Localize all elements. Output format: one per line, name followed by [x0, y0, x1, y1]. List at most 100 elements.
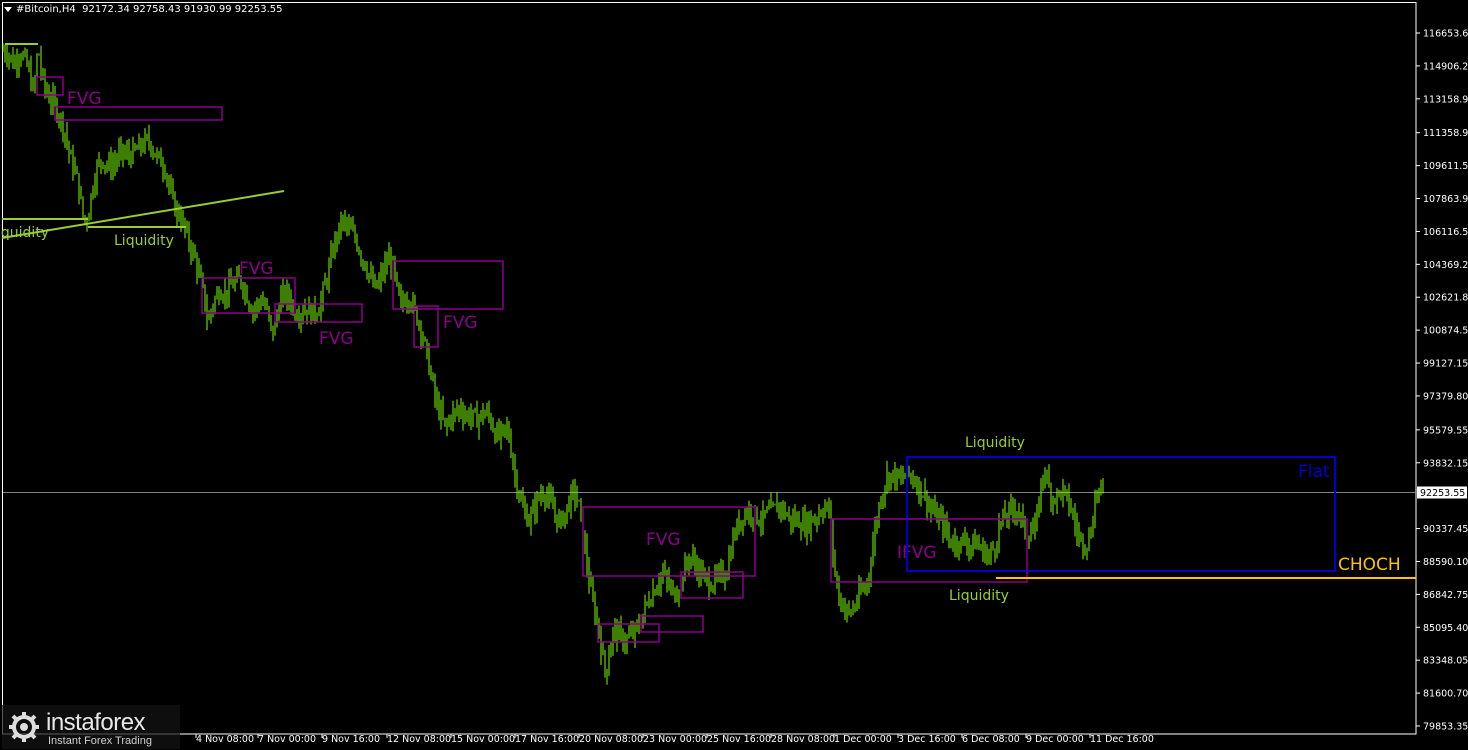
candle-body	[696, 564, 698, 576]
candle-body	[930, 506, 932, 510]
candle-body	[308, 305, 310, 315]
time-tick-label: 4 Nov 08:00	[196, 734, 254, 745]
candle-body	[336, 235, 338, 241]
candle-body	[772, 503, 774, 505]
candle-body	[742, 520, 744, 523]
candle-body	[1010, 505, 1012, 507]
candle-body	[110, 158, 112, 172]
candle-body	[348, 225, 350, 227]
price-chart[interactable]: 116653.60 114906.25 113158.90 111358.90 1096…	[0, 0, 1468, 750]
candle-body	[1100, 483, 1102, 489]
candle-body	[600, 633, 602, 655]
candle-body	[402, 297, 404, 304]
time-tick-label: 15 Nov 00:00	[451, 734, 515, 745]
candle-body	[1046, 475, 1048, 477]
last-price-label: 92253.55	[1420, 488, 1465, 499]
candle-body	[188, 228, 190, 245]
candle-body	[50, 101, 52, 104]
candle-body	[264, 302, 266, 308]
candle-body	[10, 55, 12, 57]
candle-body	[610, 645, 612, 658]
candle-body	[778, 504, 780, 513]
candle-body	[434, 379, 436, 398]
dropdown-arrow-icon[interactable]	[4, 6, 12, 12]
candle-body	[150, 143, 152, 151]
candle-body	[304, 309, 306, 315]
candle-body	[244, 289, 246, 293]
candle-body	[24, 53, 26, 55]
candle-body	[602, 651, 604, 655]
candle-body	[1034, 521, 1036, 530]
candle-body	[170, 186, 172, 189]
candle-body	[566, 504, 568, 513]
candle-body	[382, 271, 384, 274]
candle-body	[22, 54, 24, 59]
price-tick-label: 95579.55	[1423, 425, 1468, 436]
candle-body	[396, 273, 398, 284]
candle-body	[334, 235, 336, 255]
candle-body	[868, 574, 870, 582]
candle-body	[644, 602, 646, 614]
candle-body	[736, 520, 738, 537]
candle-body	[998, 524, 1000, 546]
candle-body	[1038, 508, 1040, 511]
candle-body	[472, 409, 474, 416]
candle-body	[886, 473, 888, 487]
candle-body	[1102, 483, 1104, 489]
candle-body	[972, 536, 974, 546]
candle-body	[246, 289, 248, 303]
candle-body	[258, 301, 260, 303]
candle-body	[242, 285, 244, 293]
candle-body	[182, 219, 184, 224]
candle-body	[816, 519, 818, 521]
candle-body	[420, 323, 422, 337]
candle-body	[1090, 535, 1092, 537]
candle-body	[750, 508, 752, 518]
candle-body	[1018, 512, 1020, 516]
candle-body	[932, 509, 934, 513]
candle-body	[798, 517, 800, 528]
candle-body	[884, 486, 886, 496]
candle-body	[318, 313, 320, 316]
candle-body	[166, 176, 168, 178]
candle-body	[786, 515, 788, 517]
candle-body	[16, 60, 18, 66]
time-tick-label: 17 Nov 16:00	[515, 734, 579, 745]
time-tick-label: 6 Dec 08:00	[962, 734, 1020, 745]
candle-body	[820, 513, 822, 515]
candle-body	[752, 517, 754, 521]
candle-body	[942, 515, 944, 531]
candle-body	[100, 160, 102, 163]
candle-body	[1092, 523, 1094, 536]
candle-body	[1022, 514, 1024, 518]
candle-body	[850, 610, 852, 614]
candle-body	[920, 481, 922, 497]
candle-body	[362, 260, 364, 262]
candle-body	[934, 507, 936, 513]
candle-body	[1066, 489, 1068, 494]
candle-body	[650, 603, 652, 605]
candle-body	[320, 300, 322, 314]
candle-body	[1016, 512, 1018, 514]
candle-body	[376, 280, 378, 288]
candle-body	[524, 506, 526, 512]
candle-body	[254, 308, 256, 310]
candle-body	[168, 177, 170, 187]
candle-body	[944, 521, 946, 531]
candle-body	[152, 150, 154, 154]
candle-body	[448, 418, 450, 425]
candle-body	[656, 588, 658, 595]
candle-body	[388, 255, 390, 266]
candle-body	[1094, 497, 1096, 524]
candle-body	[210, 310, 212, 318]
candle-body	[442, 408, 444, 418]
candle-body	[606, 669, 608, 674]
candle-body	[580, 501, 582, 512]
candle-body	[1082, 535, 1084, 549]
candle-body	[354, 230, 356, 239]
candle-body	[796, 517, 798, 523]
candle-body	[882, 495, 884, 505]
candle-body	[138, 140, 140, 150]
candle-body	[764, 510, 766, 513]
candle-body	[960, 537, 962, 550]
